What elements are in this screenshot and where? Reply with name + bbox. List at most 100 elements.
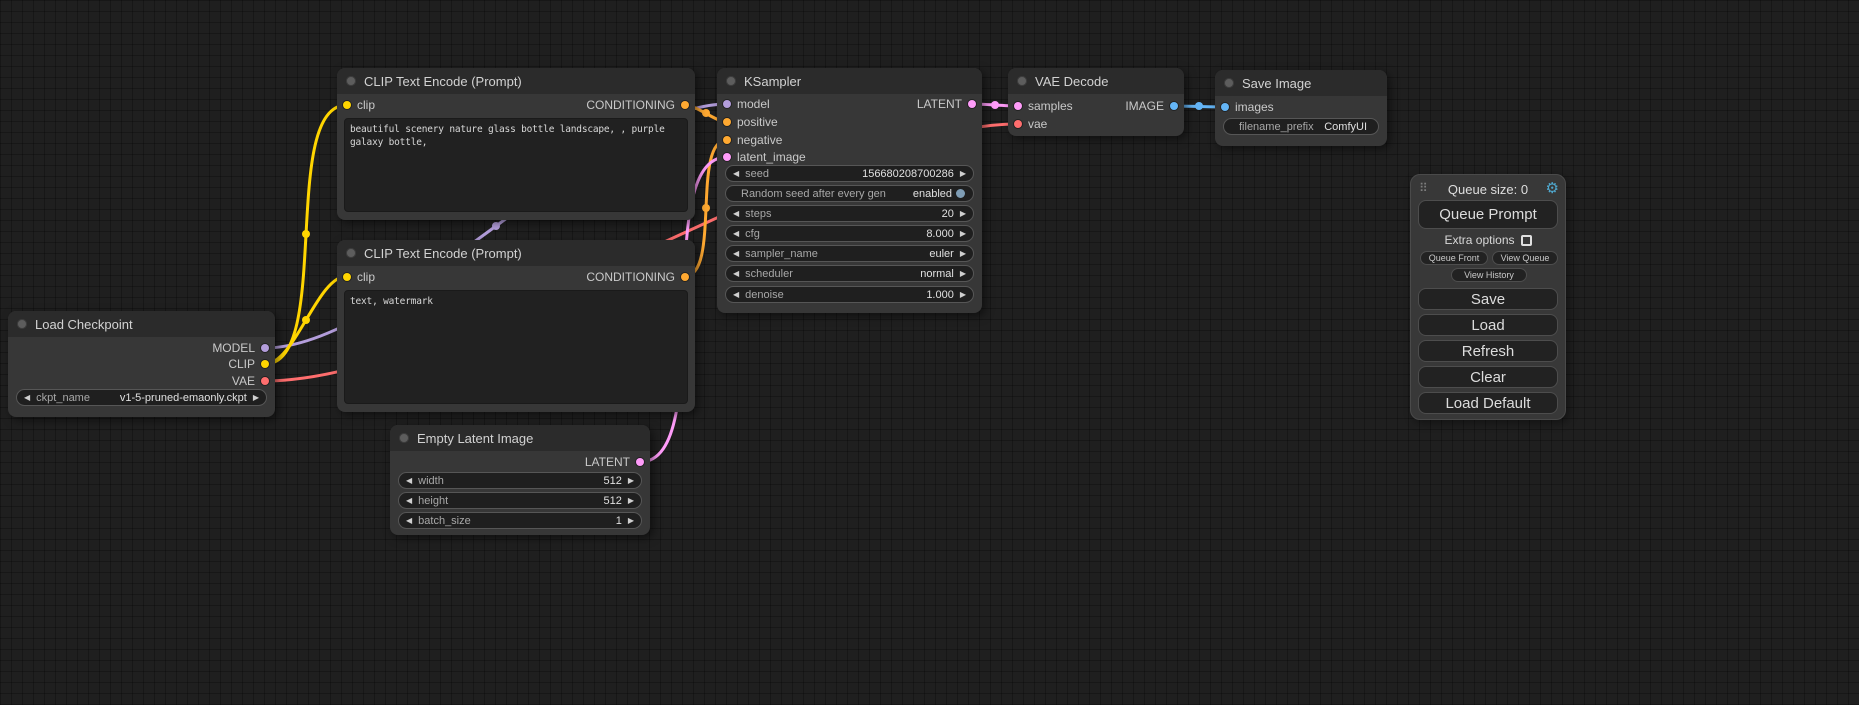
settings-gear-icon[interactable]: ⚙ (1546, 179, 1559, 197)
queue-prompt-button[interactable]: Queue Prompt (1418, 200, 1558, 229)
load-default-button[interactable]: Load Default (1418, 392, 1558, 414)
output-socket-vae[interactable] (261, 377, 269, 385)
save-image-title-bar[interactable]: Save Image (1215, 70, 1387, 96)
increment-arrow-icon[interactable]: ▶ (628, 493, 634, 508)
combo-left-arrow-icon[interactable]: ◀ (733, 266, 739, 281)
combo-right-arrow-icon[interactable]: ▶ (960, 266, 966, 281)
batch-size-widget[interactable]: ◀ batch_size 1 ▶ (398, 512, 642, 529)
output-socket-clip[interactable] (261, 360, 269, 368)
increment-arrow-icon[interactable]: ▶ (960, 287, 966, 302)
clip-positive-title-bar[interactable]: CLIP Text Encode (Prompt) (337, 68, 695, 94)
node-empty-latent-image[interactable]: Empty Latent Image LATENT ◀ width 512 ▶ … (390, 425, 650, 535)
wire-model-midpoint-dot (492, 222, 500, 230)
refresh-button[interactable]: Refresh (1418, 340, 1558, 362)
output-socket-conditioning[interactable] (681, 101, 689, 109)
collapse-toggle-icon[interactable] (346, 248, 356, 258)
toggle-enabled-dot[interactable] (956, 189, 965, 198)
increment-arrow-icon[interactable]: ▶ (960, 166, 966, 181)
ckpt-name-widget[interactable]: ◀ ckpt_name v1-5-pruned-emaonly.ckpt ▶ (16, 389, 267, 406)
wire-negative-midpoint-dot (702, 204, 710, 212)
clip-negative-title-bar[interactable]: CLIP Text Encode (Prompt) (337, 240, 695, 266)
save-button[interactable]: Save (1418, 288, 1558, 310)
decrement-arrow-icon[interactable]: ◀ (406, 493, 412, 508)
node-clip-text-encode-positive[interactable]: CLIP Text Encode (Prompt) clip CONDITION… (337, 68, 695, 220)
input-socket-positive[interactable] (723, 118, 731, 126)
width-widget[interactable]: ◀ width 512 ▶ (398, 472, 642, 489)
queue-front-button[interactable]: Queue Front (1420, 251, 1488, 265)
positive-prompt-textarea[interactable]: beautiful scenery nature glass bottle la… (344, 118, 688, 212)
node-title: VAE Decode (1035, 74, 1108, 89)
load-button[interactable]: Load (1418, 314, 1558, 336)
output-slot-image: IMAGE (1008, 98, 1184, 114)
output-slot-model: MODEL (8, 340, 275, 356)
collapse-toggle-icon[interactable] (17, 319, 27, 329)
input-slot-latent-image: latent_image (717, 149, 982, 165)
increment-arrow-icon[interactable]: ▶ (960, 206, 966, 221)
collapse-toggle-icon[interactable] (726, 76, 736, 86)
node-title: KSampler (744, 74, 801, 89)
sampler-name-widget[interactable]: ◀ sampler_name euler ▶ (725, 245, 974, 262)
steps-widget[interactable]: ◀ steps 20 ▶ (725, 205, 974, 222)
cfg-widget[interactable]: ◀ cfg 8.000 ▶ (725, 225, 974, 242)
node-vae-decode[interactable]: VAE Decode samples IMAGE vae (1008, 68, 1184, 136)
denoise-widget[interactable]: ◀ denoise 1.000 ▶ (725, 286, 974, 303)
output-socket-model[interactable] (261, 344, 269, 352)
increment-arrow-icon[interactable]: ▶ (628, 473, 634, 488)
scheduler-widget[interactable]: ◀ scheduler normal ▶ (725, 265, 974, 282)
increment-arrow-icon[interactable]: ▶ (628, 513, 634, 528)
output-socket-latent[interactable] (968, 100, 976, 108)
node-load-checkpoint[interactable]: Load Checkpoint MODEL CLIP VAE ◀ ckpt_na… (8, 311, 275, 417)
decrement-arrow-icon[interactable]: ◀ (733, 226, 739, 241)
decrement-arrow-icon[interactable]: ◀ (733, 287, 739, 302)
input-socket-images[interactable] (1221, 103, 1229, 111)
ksampler-title-bar[interactable]: KSampler (717, 68, 982, 94)
combo-left-arrow-icon[interactable]: ◀ (24, 390, 30, 405)
extra-options-label: Extra options (1444, 233, 1514, 247)
output-slot-conditioning: CONDITIONING (337, 269, 695, 285)
collapse-toggle-icon[interactable] (1017, 76, 1027, 86)
collapse-toggle-icon[interactable] (399, 433, 409, 443)
input-slot-images: images (1215, 99, 1387, 115)
vae-decode-title-bar[interactable]: VAE Decode (1008, 68, 1184, 94)
combo-left-arrow-icon[interactable]: ◀ (733, 246, 739, 261)
view-history-button[interactable]: View History (1451, 268, 1527, 282)
height-widget[interactable]: ◀ height 512 ▶ (398, 492, 642, 509)
filename-prefix-widget[interactable]: filename_prefix ComfyUI (1223, 118, 1379, 135)
widget-value: euler (929, 248, 953, 260)
decrement-arrow-icon[interactable]: ◀ (733, 206, 739, 221)
output-socket-conditioning[interactable] (681, 273, 689, 281)
clear-button[interactable]: Clear (1418, 366, 1558, 388)
wire-samples-midpoint-dot (991, 101, 999, 109)
output-socket-image[interactable] (1170, 102, 1178, 110)
increment-arrow-icon[interactable]: ▶ (960, 226, 966, 241)
collapse-toggle-icon[interactable] (1224, 78, 1234, 88)
combo-right-arrow-icon[interactable]: ▶ (253, 390, 259, 405)
seed-widget[interactable]: ◀ seed 156680208700286 ▶ (725, 165, 974, 182)
input-socket-negative[interactable] (723, 136, 731, 144)
slot-label: CLIP (228, 356, 255, 372)
output-slot-conditioning: CONDITIONING (337, 97, 695, 113)
negative-prompt-textarea[interactable]: text, watermark (344, 290, 688, 404)
node-clip-text-encode-negative[interactable]: CLIP Text Encode (Prompt) clip CONDITION… (337, 240, 695, 412)
output-slot-clip: CLIP (8, 356, 275, 372)
decrement-arrow-icon[interactable]: ◀ (406, 513, 412, 528)
output-socket-latent[interactable] (636, 458, 644, 466)
view-queue-button[interactable]: View Queue (1492, 251, 1558, 265)
empty-latent-title-bar[interactable]: Empty Latent Image (390, 425, 650, 451)
input-socket-vae[interactable] (1014, 120, 1022, 128)
decrement-arrow-icon[interactable]: ◀ (406, 473, 412, 488)
decrement-arrow-icon[interactable]: ◀ (733, 166, 739, 181)
widget-value: ComfyUI (1324, 121, 1367, 133)
node-graph-canvas[interactable]: Load Checkpoint MODEL CLIP VAE ◀ ckpt_na… (0, 0, 1859, 705)
node-save-image[interactable]: Save Image images filename_prefix ComfyU… (1215, 70, 1387, 146)
wire-clip-positive-midpoint-dot (302, 230, 310, 238)
extra-options-checkbox[interactable] (1521, 235, 1532, 246)
output-slot-latent: LATENT (390, 454, 650, 470)
node-ksampler[interactable]: KSampler model LATENT positive negative … (717, 68, 982, 313)
random-seed-toggle-widget[interactable]: Random seed after every gen enabled (725, 185, 974, 202)
input-socket-latent-image[interactable] (723, 153, 731, 161)
widget-label: seed (745, 168, 769, 180)
collapse-toggle-icon[interactable] (346, 76, 356, 86)
load-checkpoint-title-bar[interactable]: Load Checkpoint (8, 311, 275, 337)
combo-right-arrow-icon[interactable]: ▶ (960, 246, 966, 261)
